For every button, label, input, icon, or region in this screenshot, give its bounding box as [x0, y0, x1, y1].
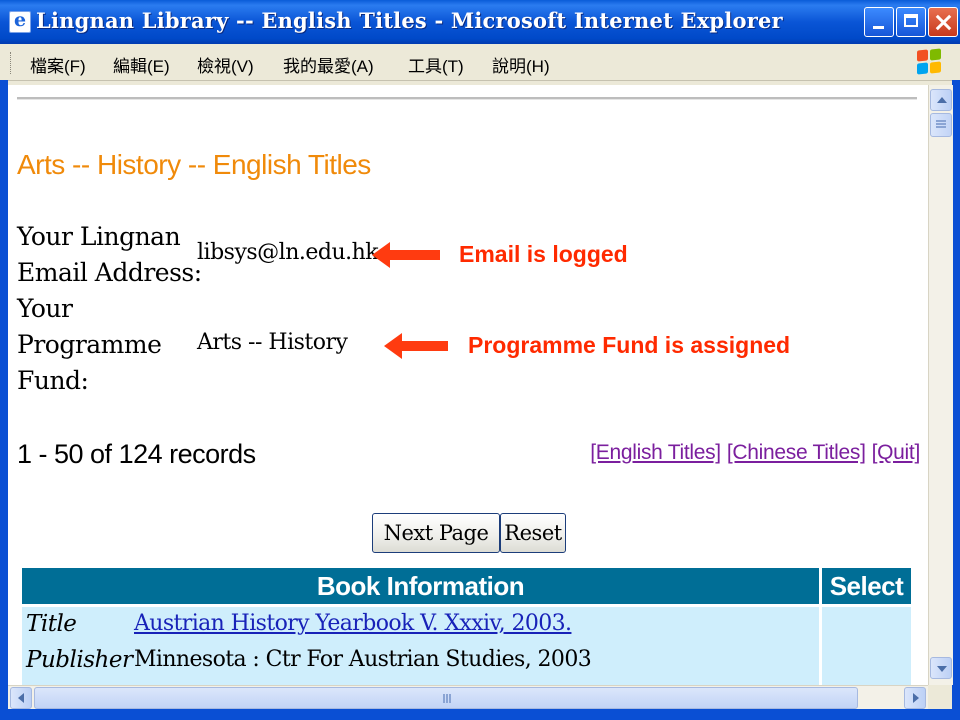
scroll-left-icon[interactable]	[10, 687, 32, 709]
menu-help[interactable]: 說明(H)	[492, 52, 550, 77]
minimize-button[interactable]	[864, 7, 894, 37]
menu-file[interactable]: 檔案(F)	[30, 52, 86, 77]
menu-tools[interactable]: 工具(T)	[408, 52, 464, 77]
nav-links: [English Titles] [Chinese Titles] [Quit]	[590, 441, 920, 465]
fund-label-line2: Programme	[17, 330, 162, 359]
book-table: Book Information Select Title Austrian H…	[19, 565, 914, 685]
windows-logo-icon	[916, 48, 942, 75]
fund-label-line1: Your	[17, 294, 73, 323]
book-title-link[interactable]: Austrian History Yearbook V. Xxxiv, 2003…	[134, 611, 572, 636]
link-english-titles[interactable]: [English Titles]	[590, 441, 721, 464]
arrow-left-icon	[372, 242, 440, 268]
email-label-line2: Email Address:	[17, 258, 202, 287]
publisher-value: Minnesota : Ctr For Austrian Studies, 20…	[134, 647, 592, 672]
toolbar-grip[interactable]	[10, 52, 14, 74]
maximize-button[interactable]	[896, 7, 926, 37]
page-title: Arts -- History -- English Titles	[17, 149, 371, 180]
record-count: 1 - 50 of 124 records	[17, 439, 256, 469]
arrow-left-icon	[384, 333, 448, 359]
horizontal-scrollbar[interactable]	[8, 685, 928, 710]
title-label: Title	[26, 611, 77, 637]
vertical-scrollbar[interactable]	[928, 85, 953, 685]
link-quit[interactable]: [Quit]	[872, 441, 921, 464]
reset-button[interactable]: Reset	[500, 513, 566, 553]
book-info-cell: Title Austrian History Yearbook V. Xxxiv…	[22, 607, 819, 685]
menu-bar: 檔案(F) 編輯(E) 檢視(V) 我的最愛(A) 工具(T) 說明(H)	[0, 44, 960, 81]
publisher-label: Publisher	[26, 647, 133, 673]
email-label-line1: Your Lingnan	[17, 222, 181, 251]
scroll-up-icon[interactable]	[930, 89, 952, 111]
horizontal-rule	[17, 97, 917, 100]
title-bar[interactable]: Lingnan Library -- English Titles - Micr…	[0, 0, 960, 44]
fund-label-line3: Fund:	[17, 366, 89, 395]
horizontal-scroll-thumb[interactable]	[34, 687, 858, 709]
window-border-bottom	[0, 709, 960, 720]
size-grip	[928, 685, 952, 709]
close-button[interactable]	[928, 7, 958, 37]
fund-value: Arts -- History	[197, 330, 348, 355]
header-select: Select	[822, 568, 911, 604]
ie-icon	[9, 9, 31, 33]
annotation-fund: Programme Fund is assigned	[468, 332, 791, 358]
annotation-email: Email is logged	[459, 241, 628, 267]
header-book-information: Book Information	[22, 568, 819, 604]
email-value: libsys@ln.edu.hk	[197, 240, 379, 265]
menu-view[interactable]: 檢視(V)	[197, 52, 254, 77]
window-border-left	[0, 80, 8, 710]
select-cell[interactable]	[822, 607, 911, 685]
link-chinese-titles[interactable]: [Chinese Titles]	[727, 441, 866, 464]
window-border-right	[952, 80, 960, 710]
menu-edit[interactable]: 編輯(E)	[113, 52, 170, 77]
next-page-button[interactable]: Next Page	[372, 513, 500, 553]
page-viewport: Arts -- History -- English Titles Your L…	[8, 85, 928, 685]
vertical-scroll-thumb[interactable]	[930, 113, 952, 137]
window-title: Lingnan Library -- English Titles - Micr…	[36, 8, 783, 33]
scroll-down-icon[interactable]	[930, 657, 952, 679]
scroll-right-icon[interactable]	[904, 687, 926, 709]
table-row: Title Austrian History Yearbook V. Xxxiv…	[22, 607, 911, 685]
menu-favorites[interactable]: 我的最愛(A)	[283, 52, 374, 77]
